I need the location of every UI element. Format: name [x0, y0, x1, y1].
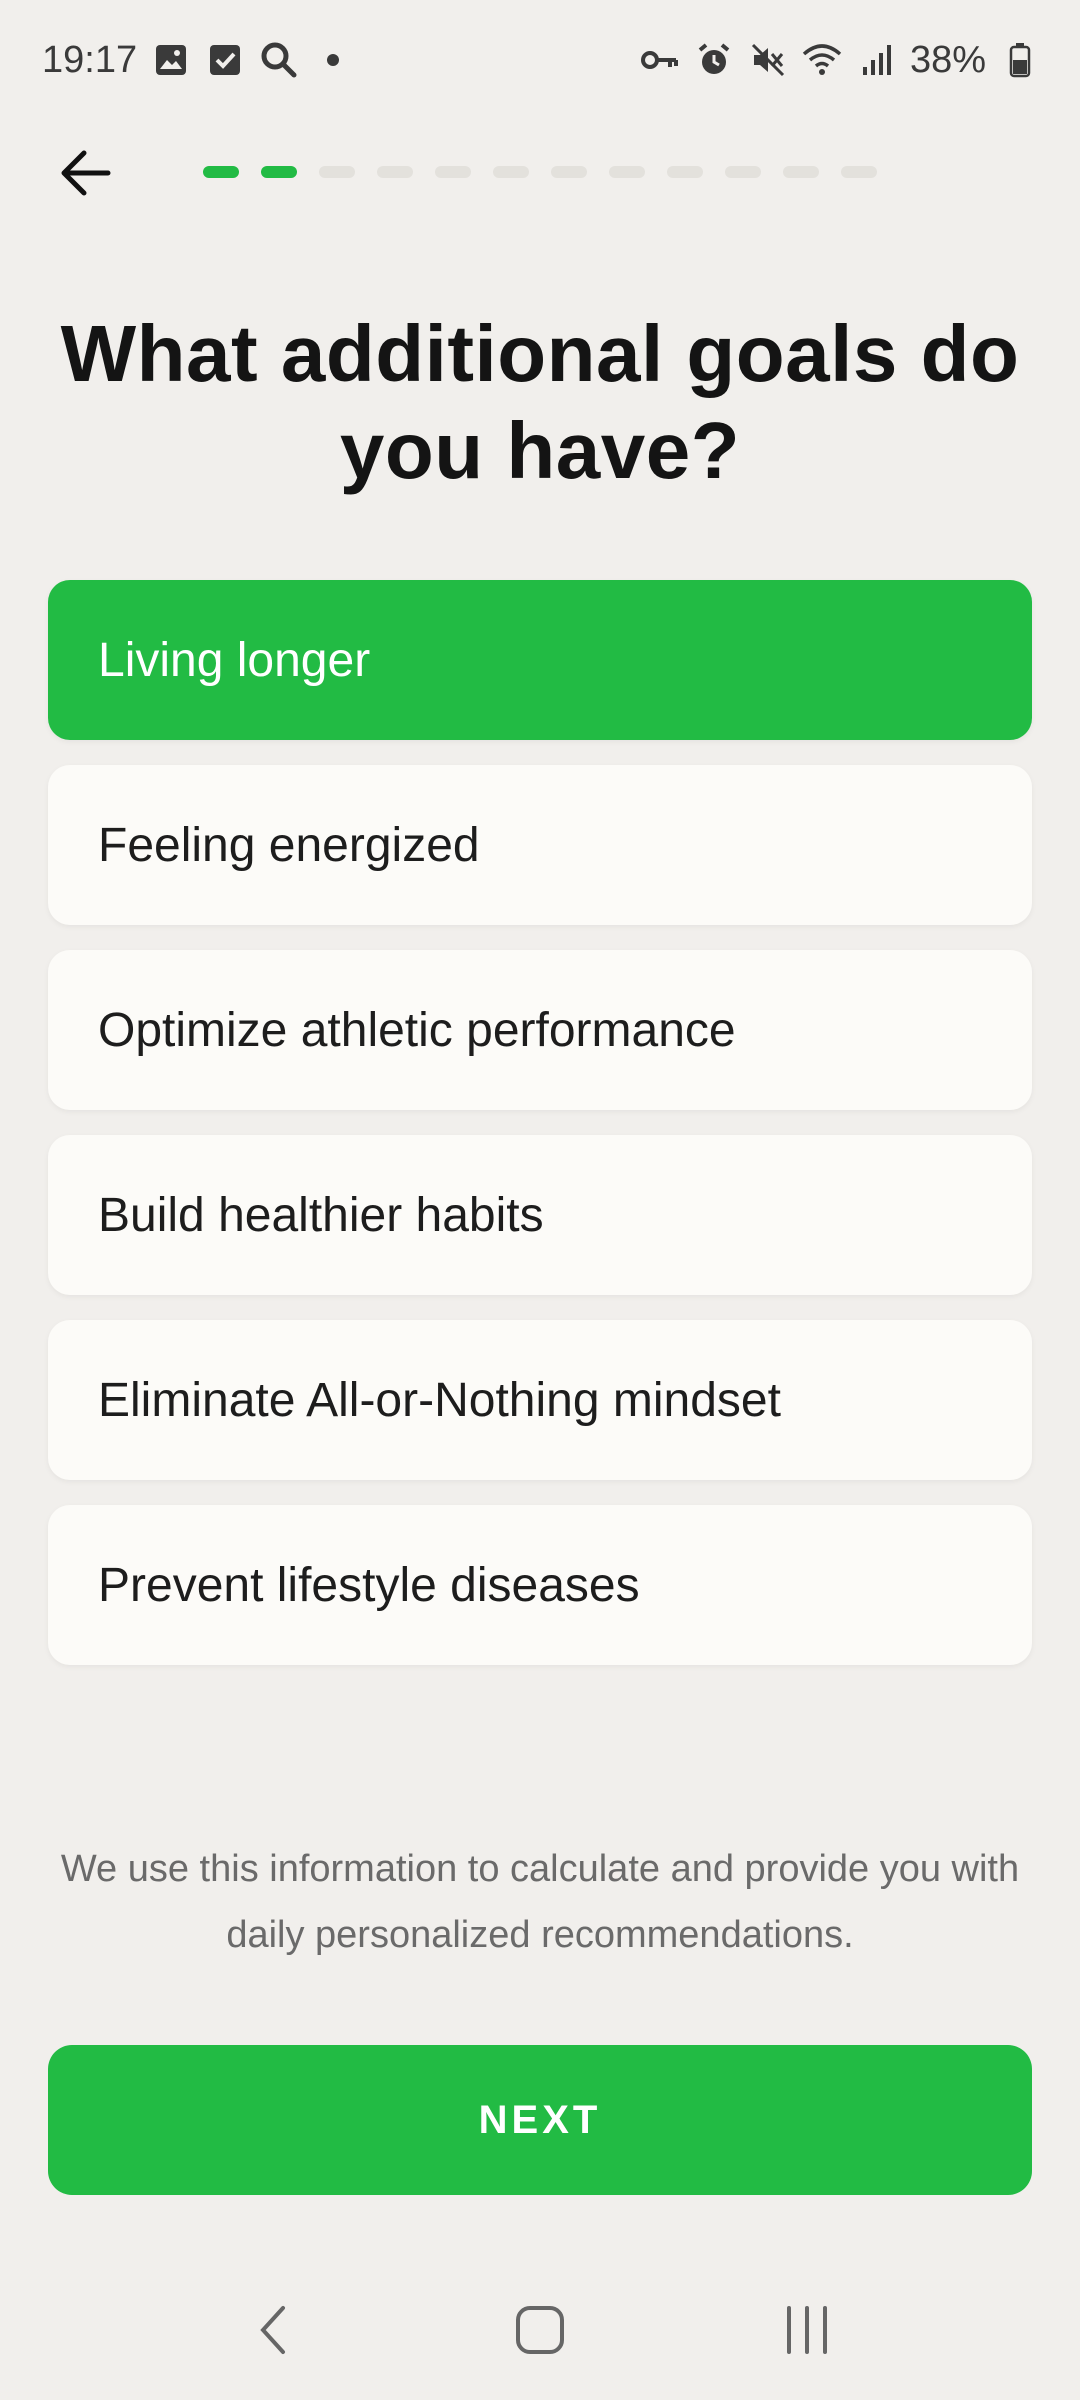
progress-indicator: [203, 166, 877, 178]
page-title: What additional goals do you have?: [60, 309, 1020, 495]
progress-segment: [667, 166, 703, 178]
progress-segment-complete: [261, 166, 297, 178]
option-label: Optimize athletic performance: [98, 1003, 736, 1057]
system-nav-bar: [0, 2270, 1080, 2390]
status-bar-left: 19:17: [42, 38, 340, 82]
progress-segment: [319, 166, 355, 178]
option-feeling-energized[interactable]: Feeling energized: [48, 765, 1032, 925]
checkbox-icon: [205, 40, 245, 80]
option-all-or-nothing[interactable]: Eliminate All-or-Nothing mindset: [48, 1320, 1032, 1480]
battery-percent: 38%: [909, 38, 986, 81]
progress-segment: [609, 166, 645, 178]
home-square-icon: [515, 2306, 564, 2354]
progress-segment: [551, 166, 587, 178]
screen: 19:17 38% What additional goals do you h…: [0, 0, 1080, 2400]
battery-icon: [1000, 40, 1040, 80]
search-icon: [259, 40, 299, 80]
option-label: Prevent lifestyle diseases: [98, 1558, 640, 1612]
mute-icon: [748, 40, 788, 80]
clock: 19:17: [42, 38, 138, 81]
image-icon: [151, 40, 191, 80]
progress-segment: [435, 166, 471, 178]
wifi-icon: [802, 40, 842, 80]
nav-home-button[interactable]: [495, 2285, 585, 2375]
option-lifestyle-diseases[interactable]: Prevent lifestyle diseases: [48, 1505, 1032, 1665]
back-button[interactable]: [48, 136, 122, 210]
header: [0, 120, 1080, 220]
progress-segment: [493, 166, 529, 178]
goal-options: Living longer Feeling energized Optimize…: [48, 580, 1032, 1690]
arrow-left-icon: [61, 150, 111, 196]
progress-segment: [783, 166, 819, 178]
option-label: Living longer: [98, 633, 371, 687]
info-text: We use this information to calculate and…: [60, 1848, 1020, 1956]
option-living-longer[interactable]: Living longer: [48, 580, 1032, 740]
chevron-left-icon: [260, 2306, 286, 2354]
next-button[interactable]: NEXT: [48, 2045, 1032, 2195]
option-label: Eliminate All-or-Nothing mindset: [98, 1373, 781, 1427]
status-bar: 19:17 38%: [0, 0, 1080, 120]
nav-recents-button[interactable]: [762, 2285, 852, 2375]
option-healthier-habits[interactable]: Build healthier habits: [48, 1135, 1032, 1295]
recents-icon: [786, 2306, 827, 2354]
option-label: Feeling energized: [98, 818, 480, 872]
progress-segment: [377, 166, 413, 178]
option-label: Build healthier habits: [98, 1188, 544, 1242]
alarm-icon: [694, 40, 734, 80]
notification-dot-icon: [327, 54, 340, 66]
key-icon: [640, 40, 680, 80]
status-bar-right: 38%: [640, 39, 1040, 82]
option-athletic-performance[interactable]: Optimize athletic performance: [48, 950, 1032, 1110]
progress-segment: [841, 166, 877, 178]
signal-icon: [856, 40, 896, 80]
progress-segment-complete: [203, 166, 239, 178]
nav-back-button[interactable]: [228, 2285, 318, 2375]
progress-segment: [725, 166, 761, 178]
